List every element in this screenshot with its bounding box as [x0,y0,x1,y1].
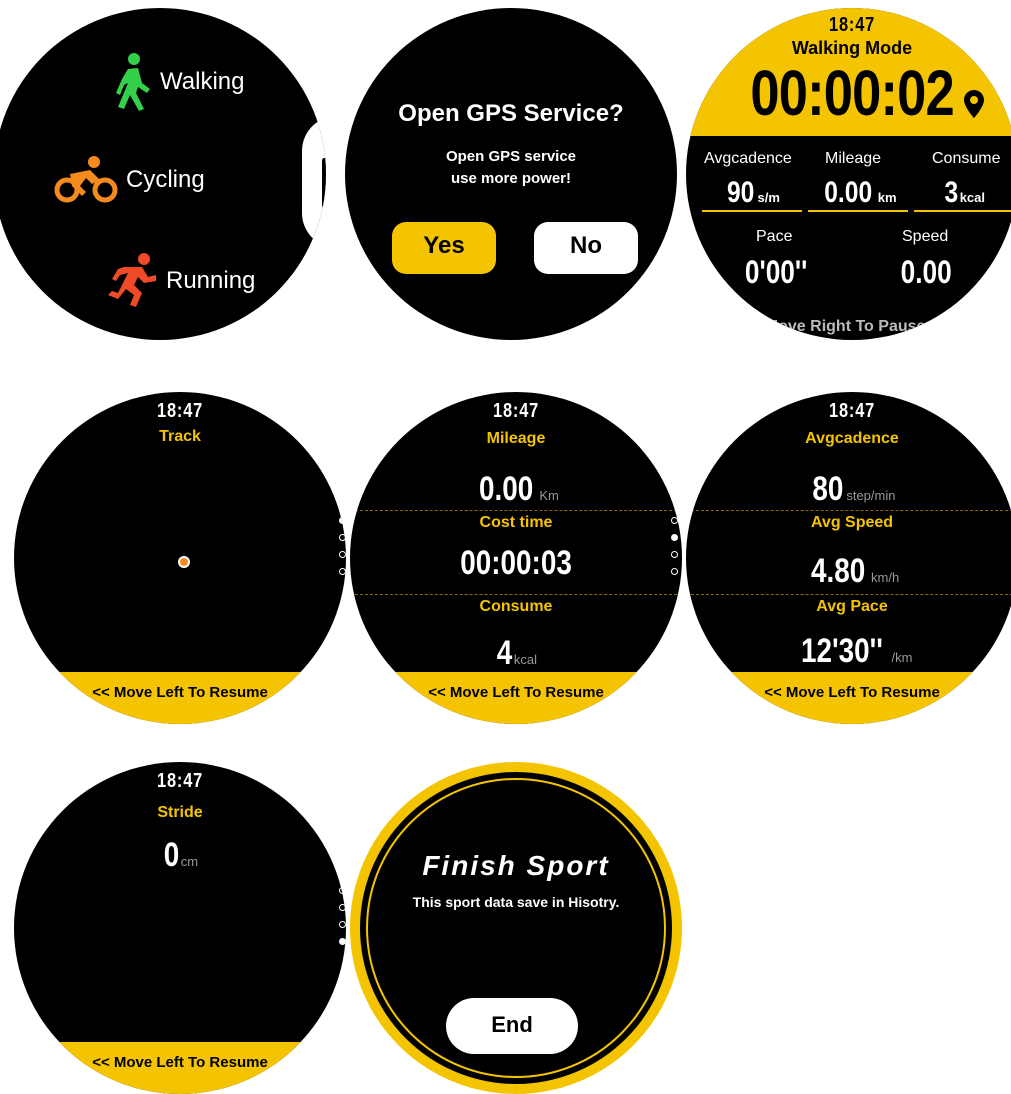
stat-avgcadence-label: Avgcadence [704,150,792,167]
track-position-marker [178,556,190,568]
clock: 18:47 [828,14,876,36]
pause-hint[interactable]: Move Right To Pause > [686,318,1011,336]
clock: 18:47 [828,400,876,422]
dialog-title: Open GPS Service? [398,100,624,127]
page-indicator[interactable] [336,517,346,585]
clock: 18:47 [156,770,204,792]
yes-button[interactable]: Yes [392,222,496,274]
stat-pace-label: Pace [756,228,793,245]
page-dot-4[interactable] [338,568,346,575]
page-dot-4[interactable] [670,568,678,575]
no-button[interactable]: No [534,222,638,274]
avg-pace-unit: /km [891,650,913,665]
mode-label: Walking Mode [791,38,913,58]
clock: 18:47 [492,400,540,422]
avg-pace-label: Avg Pace [816,598,888,615]
consume-value: 4 [496,634,513,672]
resume-bar[interactable]: << Move Left To Resume [686,672,1011,724]
page-indicator[interactable] [336,887,346,955]
finish-message: This sport data save in Hisotry. [412,894,620,910]
watch-finish-sport: Finish Sport This sport data save in His… [350,762,682,1094]
watch-stride: 18:47 Stride 0 cm << Move Left To Resume [14,762,346,1094]
sport-label-running: Running [166,267,256,294]
avg-speed-value: 4.80 [810,552,866,590]
page-dot-2[interactable] [338,904,346,911]
stat-mileage: 0.00 km [808,176,908,212]
sport-label-cycling: Cycling [126,166,205,193]
avgcadence-label: Avgcadence [805,430,899,447]
mileage-value: 0.00 [479,470,534,508]
stride-value: 0 [163,836,180,874]
page-dot-1[interactable] [338,517,346,524]
watch-stats-page-2: 18:47 Mileage 0.00 Km Cost time 00:00:03 … [350,392,682,724]
walking-icon [116,53,150,111]
clock: 18:47 [156,400,204,422]
avg-speed-label: Avg Speed [810,514,894,531]
mileage-label: Mileage [486,430,546,447]
sport-item-walking[interactable]: Walking [114,53,244,111]
page-dot-2[interactable] [670,534,678,541]
consume-label: Consume [479,598,553,615]
avg-pace-value: 12'30'' [800,632,883,670]
resume-bar[interactable]: << Move Left To Resume [14,672,346,724]
stat-consume-value: 3 [944,176,959,209]
divider [686,510,1011,511]
page-dot-2[interactable] [338,534,346,541]
stat-avgcadence-unit: s/m [757,190,780,205]
resume-bar[interactable]: << Move Left To Resume [14,1042,346,1094]
avgcadence-unit: step/min [846,488,896,503]
stat-consume-label: Consume [932,150,1001,167]
watch-track: 18:47 Track << Move Left To Resume [14,392,346,724]
scrollbar-thumb[interactable] [322,158,326,208]
stat-avgcadence: 90 s/m [702,176,802,212]
stat-consume: 3 kcal [914,176,1011,212]
page-dot-1[interactable] [338,887,346,894]
stat-consume-unit: kcal [959,190,985,205]
page-dot-1[interactable] [670,517,678,524]
cost-time-label: Cost time [479,514,553,531]
stat-speed-label: Speed [902,228,949,245]
watch-workout-live: 18:47 Walking Mode 00:00:02 Avgcadence M… [686,8,1011,340]
end-button[interactable]: End [446,998,578,1054]
dialog-message-line1: Open GPS service [445,148,577,165]
mileage-unit: Km [539,488,559,503]
resume-bar[interactable]: << Move Left To Resume [350,672,682,724]
cost-time-value: 00:00:03 [460,544,572,582]
stride-label: Stride [157,804,203,821]
stat-mileage-unit: km [877,190,897,205]
divider [686,594,1011,595]
cycling-icon [54,156,118,203]
divider [350,510,682,511]
sport-item-running[interactable]: Running [106,253,255,309]
scroll-indicator[interactable] [302,116,326,248]
sport-label-walking: Walking [160,68,245,95]
sport-item-cycling[interactable]: Cycling [54,156,205,204]
avg-speed-unit: km/h [871,570,900,585]
page-dot-3[interactable] [670,551,678,558]
consume-unit: kcal [513,652,538,667]
stat-avgcadence-value: 90 [727,176,755,209]
page-dot-4[interactable] [338,938,346,945]
watch-stats-page-3: 18:47 Avgcadence 80 step/min Avg Speed 4.… [686,392,1011,724]
location-pin-icon [964,90,984,118]
running-icon [108,253,156,307]
stat-mileage-value: 0.00 [824,176,873,209]
page-dot-3[interactable] [338,551,346,558]
avgcadence-value: 80 [811,470,843,508]
finish-title: Finish Sport [422,850,610,881]
divider [350,594,682,595]
track-title: Track [159,428,201,445]
stat-mileage-label: Mileage [825,150,882,167]
page-dot-3[interactable] [338,921,346,928]
stride-unit: cm [180,854,199,869]
page-indicator[interactable] [668,517,680,585]
watch-gps-dialog: Open GPS Service? Open GPS service use m… [345,8,677,340]
stat-pace-value: 0'00'' [744,254,808,290]
watch-sport-list: Walking Cycling Running [0,8,326,340]
dialog-message-line2: use more power! [450,170,572,187]
elapsed-time: 00:00:02 [750,57,954,129]
stat-speed-value: 0.00 [900,254,952,290]
